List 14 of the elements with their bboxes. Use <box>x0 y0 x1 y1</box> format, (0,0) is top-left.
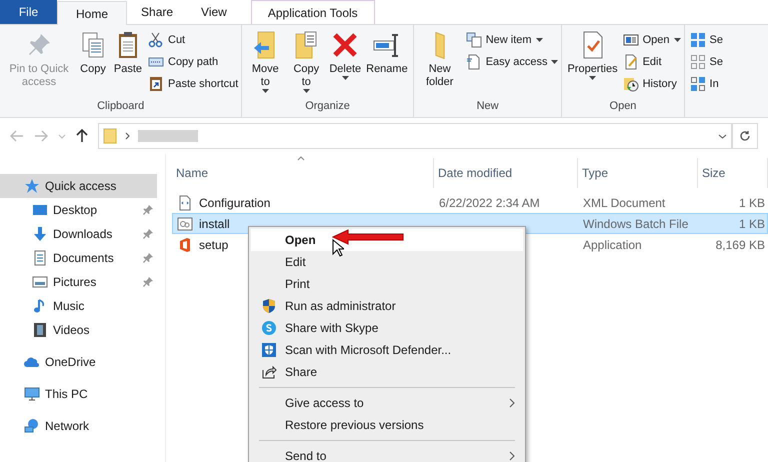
type-cell: XML Document <box>583 196 666 210</box>
type-cell: Application <box>583 238 642 252</box>
file-name: install <box>199 216 230 232</box>
size-cell: 8,169 KB <box>716 238 765 252</box>
size-cell: 1 KB <box>738 196 765 210</box>
date-cell: 6/22/2022 2:34 AM <box>439 196 540 210</box>
group-label: Clipboard <box>96 98 146 114</box>
type-cell: Windows Batch File <box>583 216 688 230</box>
file-name: Configuration <box>199 194 270 212</box>
group-label: New <box>476 98 500 114</box>
group-label: Open <box>608 98 638 114</box>
group-label: Organize <box>304 98 351 114</box>
size-cell: 1 KB <box>738 216 765 230</box>
file-name: setup <box>199 236 228 254</box>
